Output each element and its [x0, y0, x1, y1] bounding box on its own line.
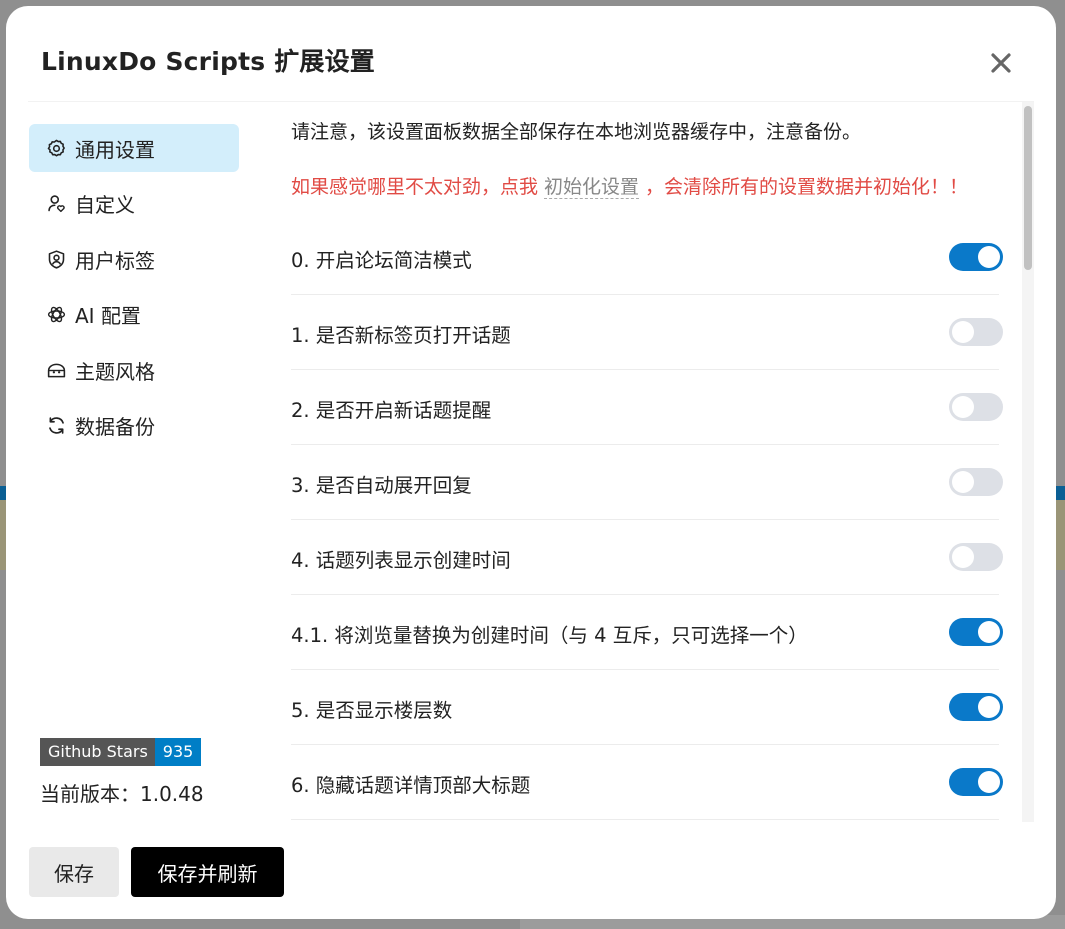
sidebar-item-label: AI 配置 — [75, 304, 141, 328]
setting-row-new-topic-alert: 2. 是否开启新话题提醒 — [291, 370, 1003, 445]
settings-content[interactable]: 请注意，该设置面板数据全部保存在本地浏览器缓存中，注意备份。 如果感觉哪里不太对… — [291, 104, 1009, 822]
setting-label: 1. 是否新标签页打开话题 — [291, 324, 511, 347]
toggle-knob — [978, 696, 1000, 718]
github-stars-badge[interactable]: Github Stars 935 — [40, 738, 202, 766]
ai-knot-icon — [45, 304, 67, 326]
setting-row-replace-views: 4.1. 将浏览量替换为创建时间（与 4 互斥，只可选择一个） — [291, 595, 1003, 670]
toggle-knob — [978, 621, 1000, 643]
setting-row-floor-number: 5. 是否显示楼层数 — [291, 670, 1003, 745]
toggle-knob — [952, 321, 974, 343]
toggle-floor-number[interactable] — [949, 693, 1003, 721]
version-text: 当前版本：1.0.48 — [40, 782, 204, 806]
setting-label: 2. 是否开启新话题提醒 — [291, 399, 492, 422]
sidebar-item-label: 通用设置 — [75, 137, 155, 162]
gear-icon — [45, 137, 67, 159]
modal-title: LinuxDo Scripts 扩展设置 — [41, 47, 376, 76]
header-divider — [28, 101, 1034, 102]
sidebar-item-label: 主题风格 — [75, 359, 155, 384]
content-scrollbar[interactable] — [1022, 102, 1034, 822]
setting-label: 4.1. 将浏览量替换为创建时间（与 4 互斥，只可选择一个） — [291, 624, 808, 647]
sidebar-item-user-tags[interactable]: 用户标签 — [29, 235, 239, 283]
setting-label: 3. 是否自动展开回复 — [291, 474, 472, 497]
settings-list: 0. 开启论坛简洁模式 1. 是否新标签页打开话题 2. 是否开启新话题提醒 3… — [291, 220, 1003, 820]
toggle-knob — [978, 771, 1000, 793]
toggle-knob — [952, 546, 974, 568]
toggle-knob — [952, 396, 974, 418]
storage-notice: 请注意，该设置面板数据全部保存在本地浏览器缓存中，注意备份。 — [291, 121, 862, 143]
theme-icon — [45, 359, 67, 381]
sidebar-item-backup[interactable]: 数据备份 — [29, 402, 239, 450]
close-button[interactable] — [988, 50, 1014, 76]
settings-sidebar: 通用设置 自定义 用户标签 AI 配置 主题风格 数据备份 — [29, 124, 239, 457]
sidebar-item-custom[interactable]: 自定义 — [29, 180, 239, 228]
sidebar-item-theme[interactable]: 主题风格 — [29, 346, 239, 394]
setting-row-new-tab: 1. 是否新标签页打开话题 — [291, 295, 1003, 370]
github-stars-count: 935 — [154, 738, 202, 766]
setting-label: 5. 是否显示楼层数 — [291, 699, 453, 722]
warning-text-after: ，会清除所有的设置数据并初始化！！ — [645, 176, 969, 198]
toggle-knob — [978, 246, 1000, 268]
setting-row-simple-mode: 0. 开启论坛简洁模式 — [291, 220, 1003, 295]
user-heart-icon — [45, 193, 67, 215]
toggle-new-tab[interactable] — [949, 318, 1003, 346]
github-stars-label: Github Stars — [40, 738, 155, 766]
setting-row-created-time: 4. 话题列表显示创建时间 — [291, 520, 1003, 595]
setting-label: 6. 隐藏话题详情顶部大标题 — [291, 774, 531, 797]
setting-row-hide-title: 6. 隐藏话题详情顶部大标题 — [291, 745, 1003, 820]
toggle-new-topic-alert[interactable] — [949, 393, 1003, 421]
refresh-icon — [45, 415, 67, 437]
warning-text-before: 如果感觉哪里不太对劲，点我 — [291, 176, 539, 198]
reset-settings-link[interactable]: 初始化设置 — [544, 176, 640, 199]
sidebar-item-general[interactable]: 通用设置 — [29, 124, 239, 172]
toggle-simple-mode[interactable] — [949, 243, 1003, 271]
setting-label: 0. 开启论坛简洁模式 — [291, 249, 472, 272]
scrollbar-thumb[interactable] — [1024, 106, 1032, 270]
setting-row-auto-expand: 3. 是否自动展开回复 — [291, 445, 1003, 520]
close-icon — [991, 53, 1011, 73]
sidebar-item-label: 自定义 — [75, 193, 135, 217]
sidebar-item-label: 用户标签 — [75, 248, 155, 273]
sidebar-item-label: 数据备份 — [75, 415, 155, 439]
sidebar-item-ai-config[interactable]: AI 配置 — [29, 291, 239, 339]
toggle-auto-expand[interactable] — [949, 468, 1003, 496]
save-button[interactable]: 保存 — [29, 847, 119, 897]
save-and-refresh-button[interactable]: 保存并刷新 — [131, 847, 284, 897]
reset-warning: 如果感觉哪里不太对劲，点我 初始化设置 ，会清除所有的设置数据并初始化！！ — [291, 166, 981, 208]
toggle-knob — [952, 471, 974, 493]
settings-modal: LinuxDo Scripts 扩展设置 通用设置 自定义 用户标签 AI 配置… — [6, 6, 1056, 919]
setting-label: 4. 话题列表显示创建时间 — [291, 549, 511, 572]
toggle-hide-title[interactable] — [949, 768, 1003, 796]
toggle-replace-views[interactable] — [949, 618, 1003, 646]
user-badge-icon — [45, 248, 67, 270]
toggle-created-time[interactable] — [949, 543, 1003, 571]
